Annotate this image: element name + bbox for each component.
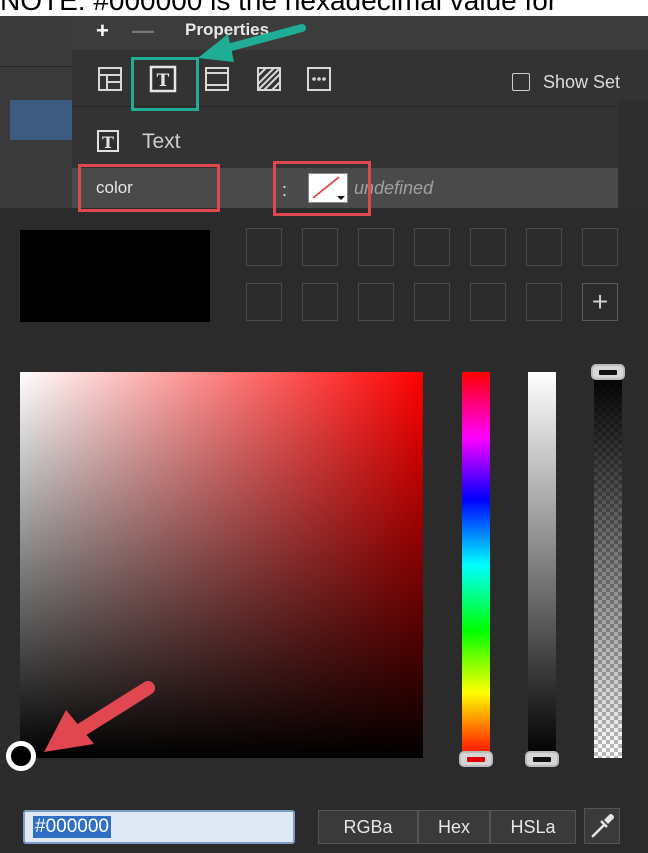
handle-grip [599, 370, 617, 375]
swatch-slot[interactable] [582, 228, 618, 266]
lightness-handle[interactable] [525, 751, 559, 767]
swatch-slot[interactable] [302, 228, 338, 266]
annotation-arrow [44, 681, 155, 752]
swatch-slot[interactable] [526, 283, 562, 321]
layout-icon[interactable] [97, 66, 123, 92]
mode-rgba-button[interactable]: RGBa [318, 810, 418, 844]
swatch-slot[interactable] [526, 228, 562, 266]
swatch-slot[interactable] [470, 283, 506, 321]
alpha-slider[interactable] [594, 372, 622, 758]
divider [0, 66, 72, 67]
swatch-slot[interactable] [358, 228, 394, 266]
lightness-slider[interactable] [528, 372, 556, 758]
swatch-slot[interactable] [414, 228, 450, 266]
mode-hex-button[interactable]: Hex [418, 810, 490, 844]
highlight-box [78, 164, 220, 212]
highlight-box [273, 161, 371, 216]
alpha-handle[interactable] [591, 364, 625, 380]
hex-value: #000000 [33, 816, 111, 838]
swatch-slot[interactable] [302, 283, 338, 321]
remove-button[interactable]: — [132, 18, 154, 44]
hue-handle[interactable] [459, 751, 493, 767]
annotation-arrow [198, 24, 306, 62]
show-set-checkbox[interactable] [512, 73, 530, 91]
current-color-preview [20, 230, 210, 322]
add-button[interactable]: + [96, 18, 109, 44]
highlight-box [131, 57, 199, 111]
swatch-slot[interactable] [470, 228, 506, 266]
swatch-slot[interactable] [246, 283, 282, 321]
eyedropper-button[interactable] [584, 808, 620, 844]
mode-hsla-button[interactable]: HSLa [490, 810, 576, 844]
handle-grip [533, 757, 551, 762]
section-label: Text [142, 130, 181, 153]
caption-strip: NOTE: #000000 is the hexadecimal value f… [0, 0, 648, 16]
add-swatch-button[interactable]: + [582, 283, 618, 321]
properties-header [72, 16, 648, 50]
show-set-label: Show Set [543, 72, 621, 92]
eyedropper-icon [591, 814, 614, 838]
hex-input[interactable]: #000000 [23, 810, 295, 844]
caption-text: NOTE: #000000 is the hexadecimal value f… [0, 0, 558, 16]
handle-grip [467, 757, 485, 762]
swatch-slot[interactable] [358, 283, 394, 321]
text-section-icon: T [97, 130, 119, 152]
swatch-slot[interactable] [246, 228, 282, 266]
scroll-gutter [618, 100, 648, 208]
hue-slider[interactable] [462, 372, 490, 758]
selected-node[interactable] [10, 100, 72, 140]
left-panel [0, 16, 72, 208]
swatch-slot[interactable] [414, 283, 450, 321]
